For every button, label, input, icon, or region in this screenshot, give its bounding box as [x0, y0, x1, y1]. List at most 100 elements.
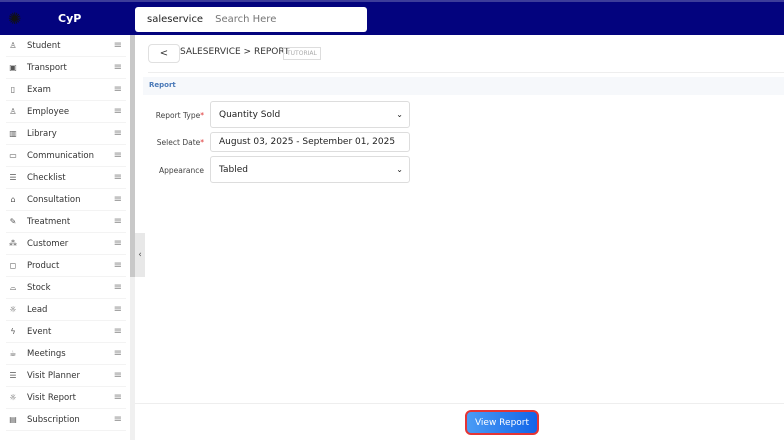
- date-range-input[interactable]: August 03, 2025 - September 01, 2025: [210, 132, 410, 152]
- tutorial-badge[interactable]: TUTORIAL: [283, 47, 321, 60]
- sidebar-item-label: Consultation: [27, 194, 81, 205]
- sidebar-item-meetings[interactable]: ☕ Meetings ≡: [6, 343, 126, 365]
- sidebar-item-label: Communication: [27, 150, 94, 161]
- drag-handle-icon[interactable]: ≡: [114, 304, 122, 315]
- stock-icon: ⌓: [9, 282, 17, 292]
- bus-icon: ▣: [9, 63, 17, 72]
- drag-handle-icon[interactable]: ≡: [114, 392, 122, 403]
- sidebar-item-label: Exam: [27, 84, 51, 95]
- bolt-icon: ϟ: [10, 327, 16, 336]
- sidebar-item-label: Product: [27, 260, 60, 271]
- sidebar-item-label: Employee: [27, 106, 70, 117]
- drag-handle-icon[interactable]: ≡: [114, 128, 122, 139]
- briefcase-icon: ⌂: [10, 195, 16, 204]
- sidebar-item-product[interactable]: ◻ Product ≡: [6, 255, 126, 277]
- drag-handle-icon[interactable]: ≡: [114, 282, 122, 293]
- report-type-label: Report Type*: [155, 111, 204, 120]
- sidebar-item-consultation[interactable]: ⌂ Consultation ≡: [6, 189, 126, 211]
- drag-handle-icon[interactable]: ≡: [114, 370, 122, 381]
- list-icon: ☰: [9, 371, 17, 380]
- card-icon: ▤: [9, 415, 17, 424]
- sidebar-item-label: Student: [27, 40, 61, 51]
- sidebar-item-event[interactable]: ϟ Event ≡: [6, 321, 126, 343]
- breadcrumb: SALESERVICE > REPORT: [180, 47, 290, 57]
- chevron-left-icon: <: [159, 48, 169, 59]
- drag-handle-icon[interactable]: ≡: [114, 106, 122, 117]
- drag-handle-icon[interactable]: ≡: [114, 414, 122, 425]
- divider: [148, 72, 784, 73]
- sidebar-item-label: Treatment: [27, 216, 71, 227]
- sidebar-item-checklist[interactable]: ☰ Checklist ≡: [6, 167, 126, 189]
- drag-handle-icon[interactable]: ≡: [114, 216, 122, 227]
- message-icon: ▭: [9, 151, 17, 160]
- cup-icon: ☕: [9, 349, 17, 358]
- report-type-select[interactable]: Quantity Sold ⌄: [210, 101, 410, 128]
- select-date-label: Select Date*: [156, 138, 204, 147]
- user-icon: ♙: [9, 41, 17, 50]
- sidebar-item-label: Event: [27, 326, 52, 337]
- drag-handle-icon[interactable]: ≡: [114, 40, 122, 51]
- sidebar-item-label: Visit Report: [27, 392, 76, 403]
- drag-handle-icon[interactable]: ≡: [114, 84, 122, 95]
- chevron-down-icon: ⌄: [396, 165, 403, 174]
- bulb-icon: ☼: [9, 393, 17, 402]
- section-title: Report: [143, 77, 784, 95]
- sidebar-item-stock[interactable]: ⌓ Stock ≡: [6, 277, 126, 299]
- sidebar-item-label: Meetings: [27, 348, 66, 359]
- sidebar-item-library[interactable]: ▥ Library ≡: [6, 123, 126, 145]
- drag-handle-icon[interactable]: ≡: [114, 194, 122, 205]
- date-range-value: August 03, 2025 - September 01, 2025: [219, 137, 396, 147]
- brand-name: CyP: [58, 12, 82, 25]
- drag-handle-icon[interactable]: ≡: [114, 238, 122, 249]
- report-type-value: Quantity Sold: [219, 109, 281, 120]
- sidebar-item-employee[interactable]: ♙ Employee ≡: [6, 101, 126, 123]
- sidebar-item-label: Transport: [27, 62, 67, 73]
- footer-divider: [135, 403, 784, 404]
- appearance-select[interactable]: Tabled ⌄: [210, 156, 410, 183]
- sidebar-item-visit-report[interactable]: ☼ Visit Report ≡: [6, 387, 126, 409]
- sidebar-item-label: Visit Planner: [27, 370, 81, 381]
- logo-icon[interactable]: ✺: [8, 10, 26, 28]
- view-report-button[interactable]: View Report: [465, 410, 539, 435]
- sidebar-item-customer[interactable]: ⁂ Customer ≡: [6, 233, 126, 255]
- drag-handle-icon[interactable]: ≡: [114, 62, 122, 73]
- drag-handle-icon[interactable]: ≡: [114, 348, 122, 359]
- sidebar-item-subscription[interactable]: ▤ Subscription ≡: [6, 409, 126, 431]
- drag-handle-icon[interactable]: ≡: [114, 260, 122, 271]
- drag-handle-icon[interactable]: ≡: [114, 326, 122, 337]
- sidebar-item-label: Lead: [27, 304, 48, 315]
- back-button[interactable]: <: [148, 44, 180, 63]
- sidebar-item-communication[interactable]: ▭ Communication ≡: [6, 145, 126, 167]
- clipboard-icon: ▯: [10, 85, 16, 94]
- sidebar-item-treatment[interactable]: ✎ Treatment ≡: [6, 211, 126, 233]
- sidebar-item-label: Customer: [27, 238, 69, 249]
- sidebar-item-label: Stock: [27, 282, 51, 293]
- drag-handle-icon[interactable]: ≡: [114, 172, 122, 183]
- sidebar: ♙ Student ≡ ▣ Transport ≡ ▯ Exam ≡ ♙ Employee ≡ ▥ Lib…: [0, 35, 130, 440]
- book-icon: ▥: [9, 129, 17, 138]
- bag-icon: ◻: [9, 261, 17, 270]
- collapse-sidebar-button[interactable]: ‹: [135, 233, 145, 277]
- pen-icon: ✎: [9, 217, 17, 226]
- sidebar-item-lead[interactable]: ☼ Lead ≡: [6, 299, 126, 321]
- search-bar[interactable]: saleservice: [135, 7, 367, 32]
- sidebar-item-label: Checklist: [27, 172, 66, 183]
- appearance-value: Tabled: [219, 164, 248, 175]
- user-icon: ♙: [9, 107, 17, 116]
- sidebar-item-visit-planner[interactable]: ☰ Visit Planner ≡: [6, 365, 126, 387]
- drag-handle-icon[interactable]: ≡: [114, 150, 122, 161]
- search-module[interactable]: saleservice: [135, 14, 215, 25]
- sidebar-item-label: Subscription: [27, 414, 80, 425]
- search-input[interactable]: [215, 14, 366, 25]
- sidebar-item-label: Library: [27, 128, 57, 139]
- sidebar-item-transport[interactable]: ▣ Transport ≡: [6, 57, 126, 79]
- sidebar-item-exam[interactable]: ▯ Exam ≡: [6, 79, 126, 101]
- list-icon: ☰: [9, 173, 17, 182]
- top-header: ✺ CyP saleservice: [0, 0, 784, 35]
- bulb-icon: ☼: [9, 305, 17, 314]
- appearance-label: Appearance: [158, 166, 204, 175]
- chevron-down-icon: ⌄: [396, 110, 403, 119]
- network-icon: ⁂: [9, 239, 17, 248]
- sidebar-item-student[interactable]: ♙ Student ≡: [6, 35, 126, 57]
- chevron-left-icon: ‹: [138, 250, 142, 260]
